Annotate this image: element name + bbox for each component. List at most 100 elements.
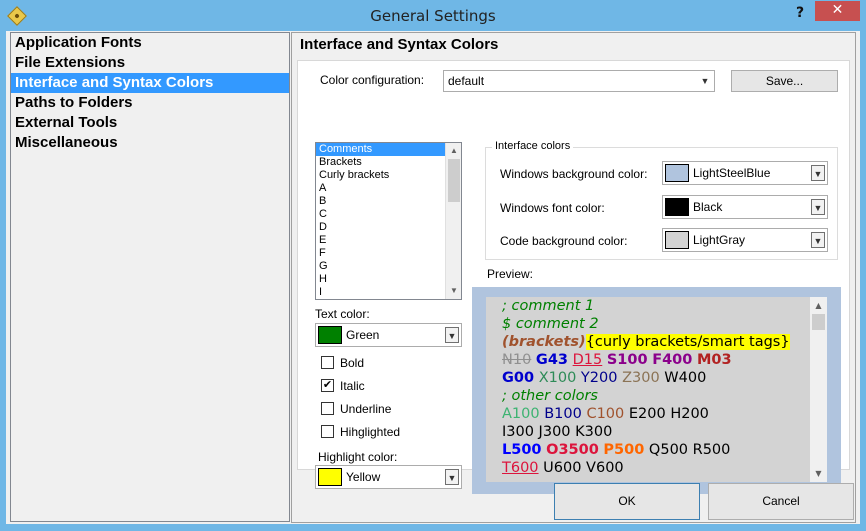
syntax-element-items: Comments Brackets Curly brackets A B C D E F G H I — [316, 143, 461, 299]
preview-token: S100 — [606, 352, 648, 368]
text-color-value: Green — [346, 328, 380, 342]
window-bg-color-select[interactable]: LightSteelBlue ▼ — [662, 161, 828, 185]
list-item[interactable]: Comments — [316, 143, 461, 156]
settings-content: Color configuration: default ▼ Save... C… — [297, 60, 850, 494]
list-item[interactable]: I — [316, 286, 461, 299]
close-button[interactable]: ✕ — [815, 1, 860, 21]
preview-token: D15 — [572, 352, 603, 368]
preview-token: L500 — [502, 442, 542, 458]
list-item[interactable]: F — [316, 247, 461, 260]
chevron-down-icon[interactable]: ▼ — [811, 232, 825, 248]
underline-checkbox[interactable] — [321, 402, 334, 415]
color-configuration-select[interactable]: default ▼ — [443, 70, 715, 92]
code-bg-color-select[interactable]: LightGray ▼ — [662, 228, 828, 252]
chevron-down-icon[interactable]: ▼ — [445, 327, 459, 343]
preview-token: G00 — [502, 370, 535, 386]
code-bg-label: Code background color: — [500, 234, 628, 248]
preview-token: Y200 — [576, 370, 618, 386]
preview-line: A100 B100 C100 E200 H200 — [502, 405, 709, 423]
text-color-select[interactable]: Green ▼ — [315, 323, 462, 347]
nav-item-miscellaneous[interactable]: Miscellaneous — [11, 133, 289, 153]
preview-token: M03 — [696, 352, 732, 368]
highlighted-checkbox[interactable] — [321, 425, 334, 438]
list-item[interactable]: D — [316, 221, 461, 234]
chevron-down-icon[interactable]: ▼ — [698, 73, 712, 89]
list-scrollbar[interactable]: ▲ ▼ — [445, 143, 461, 299]
preview-line: T600 U600 V600 — [502, 459, 624, 477]
section-title: Interface and Syntax Colors — [300, 36, 499, 53]
preview-token: ; other colors — [502, 388, 598, 404]
settings-panel: Interface and Syntax Colors Color config… — [291, 32, 856, 523]
bold-checkbox[interactable] — [321, 356, 334, 369]
list-item[interactable]: G — [316, 260, 461, 273]
preview-label: Preview: — [487, 267, 534, 281]
settings-category-list[interactable]: Application Fonts File Extensions Interfac… — [10, 32, 290, 522]
code-preview: ▲ ▼ ; comment 1 $ comment 2 (brackets){cur… — [486, 297, 827, 482]
chevron-down-icon[interactable]: ▼ — [811, 165, 825, 181]
nav-item-interface-and-syntax-colors[interactable]: Interface and Syntax Colors — [11, 73, 289, 93]
list-item[interactable]: H — [316, 273, 461, 286]
preview-token: T600 — [502, 460, 539, 476]
preview-line: (brackets){curly brackets/smart tags} — [502, 333, 790, 351]
syntax-element-list[interactable]: Comments Brackets Curly brackets A B C D E F G H I … — [315, 142, 462, 300]
preview-token: E200 H200 — [624, 406, 709, 422]
text-color-label: Text color: — [315, 307, 370, 321]
scroll-up-icon[interactable]: ▲ — [446, 143, 461, 159]
save-button[interactable]: Save... — [731, 70, 838, 92]
preview-line: ; other colors — [502, 387, 598, 405]
nav-item-file-extensions[interactable]: File Extensions — [11, 53, 289, 73]
preview-token: G43 — [535, 352, 569, 368]
chevron-down-icon[interactable]: ▼ — [445, 469, 459, 485]
list-item[interactable]: Curly brackets — [316, 169, 461, 182]
highlight-color-select[interactable]: Yellow ▼ — [315, 465, 462, 489]
title-bar: General Settings ? ✕ — [0, 0, 866, 31]
text-color-swatch — [318, 326, 342, 344]
preview-line: L500 O3500 P500 Q500 R500 — [502, 441, 730, 459]
highlight-color-value: Yellow — [346, 470, 381, 484]
window-font-swatch — [665, 198, 689, 216]
color-configuration-label: Color configuration: — [320, 73, 425, 87]
preview-token: ; comment 1 — [502, 298, 595, 314]
italic-checkbox[interactable]: ✔ — [321, 379, 334, 392]
preview-token: (brackets) — [502, 334, 586, 350]
preview-token: N10 — [502, 352, 532, 368]
list-item[interactable]: Brackets — [316, 156, 461, 169]
preview-frame: ▲ ▼ ; comment 1 $ comment 2 (brackets){cur… — [472, 287, 841, 494]
scroll-up-icon[interactable]: ▲ — [810, 297, 827, 314]
scroll-thumb[interactable] — [448, 159, 460, 202]
list-item[interactable]: A — [316, 182, 461, 195]
scroll-thumb[interactable] — [812, 314, 825, 330]
preview-token: I300 J300 K300 — [502, 424, 613, 440]
preview-line: G00 X100 Y200 Z300 W400 — [502, 369, 706, 387]
italic-label: Italic — [340, 379, 365, 393]
preview-token: Z300 — [617, 370, 660, 386]
scroll-down-icon[interactable]: ▼ — [446, 283, 461, 299]
chevron-down-icon[interactable]: ▼ — [811, 199, 825, 215]
cancel-button[interactable]: Cancel — [708, 483, 854, 520]
underline-label: Underline — [340, 402, 392, 416]
nav-item-application-fonts[interactable]: Application Fonts — [11, 33, 289, 53]
list-item[interactable]: C — [316, 208, 461, 221]
color-configuration-value: default — [448, 74, 485, 88]
help-button[interactable]: ? — [790, 3, 810, 23]
preview-token: F400 — [652, 352, 693, 368]
nav-item-external-tools[interactable]: External Tools — [11, 113, 289, 133]
dialog-body: Application Fonts File Extensions Interfac… — [6, 31, 860, 524]
list-item[interactable]: E — [316, 234, 461, 247]
code-bg-swatch — [665, 231, 689, 249]
list-item[interactable]: B — [316, 195, 461, 208]
preview-token: P500 — [603, 442, 645, 458]
bold-label: Bold — [340, 356, 365, 370]
window-font-value: Black — [693, 200, 723, 214]
interface-colors-title: Interface colors — [492, 140, 574, 152]
window-font-color-select[interactable]: Black ▼ — [662, 195, 828, 219]
window-title: General Settings — [370, 7, 496, 25]
ok-button[interactable]: OK — [554, 483, 700, 520]
window-bg-value: LightSteelBlue — [693, 166, 771, 180]
preview-token: A100 — [502, 406, 540, 422]
highlight-color-label: Highlight color: — [318, 450, 398, 464]
scroll-down-icon[interactable]: ▼ — [810, 465, 827, 482]
preview-token: U600 V600 — [538, 460, 624, 476]
nav-item-paths-to-folders[interactable]: Paths to Folders — [11, 93, 289, 113]
preview-scrollbar[interactable]: ▲ ▼ — [810, 297, 827, 482]
